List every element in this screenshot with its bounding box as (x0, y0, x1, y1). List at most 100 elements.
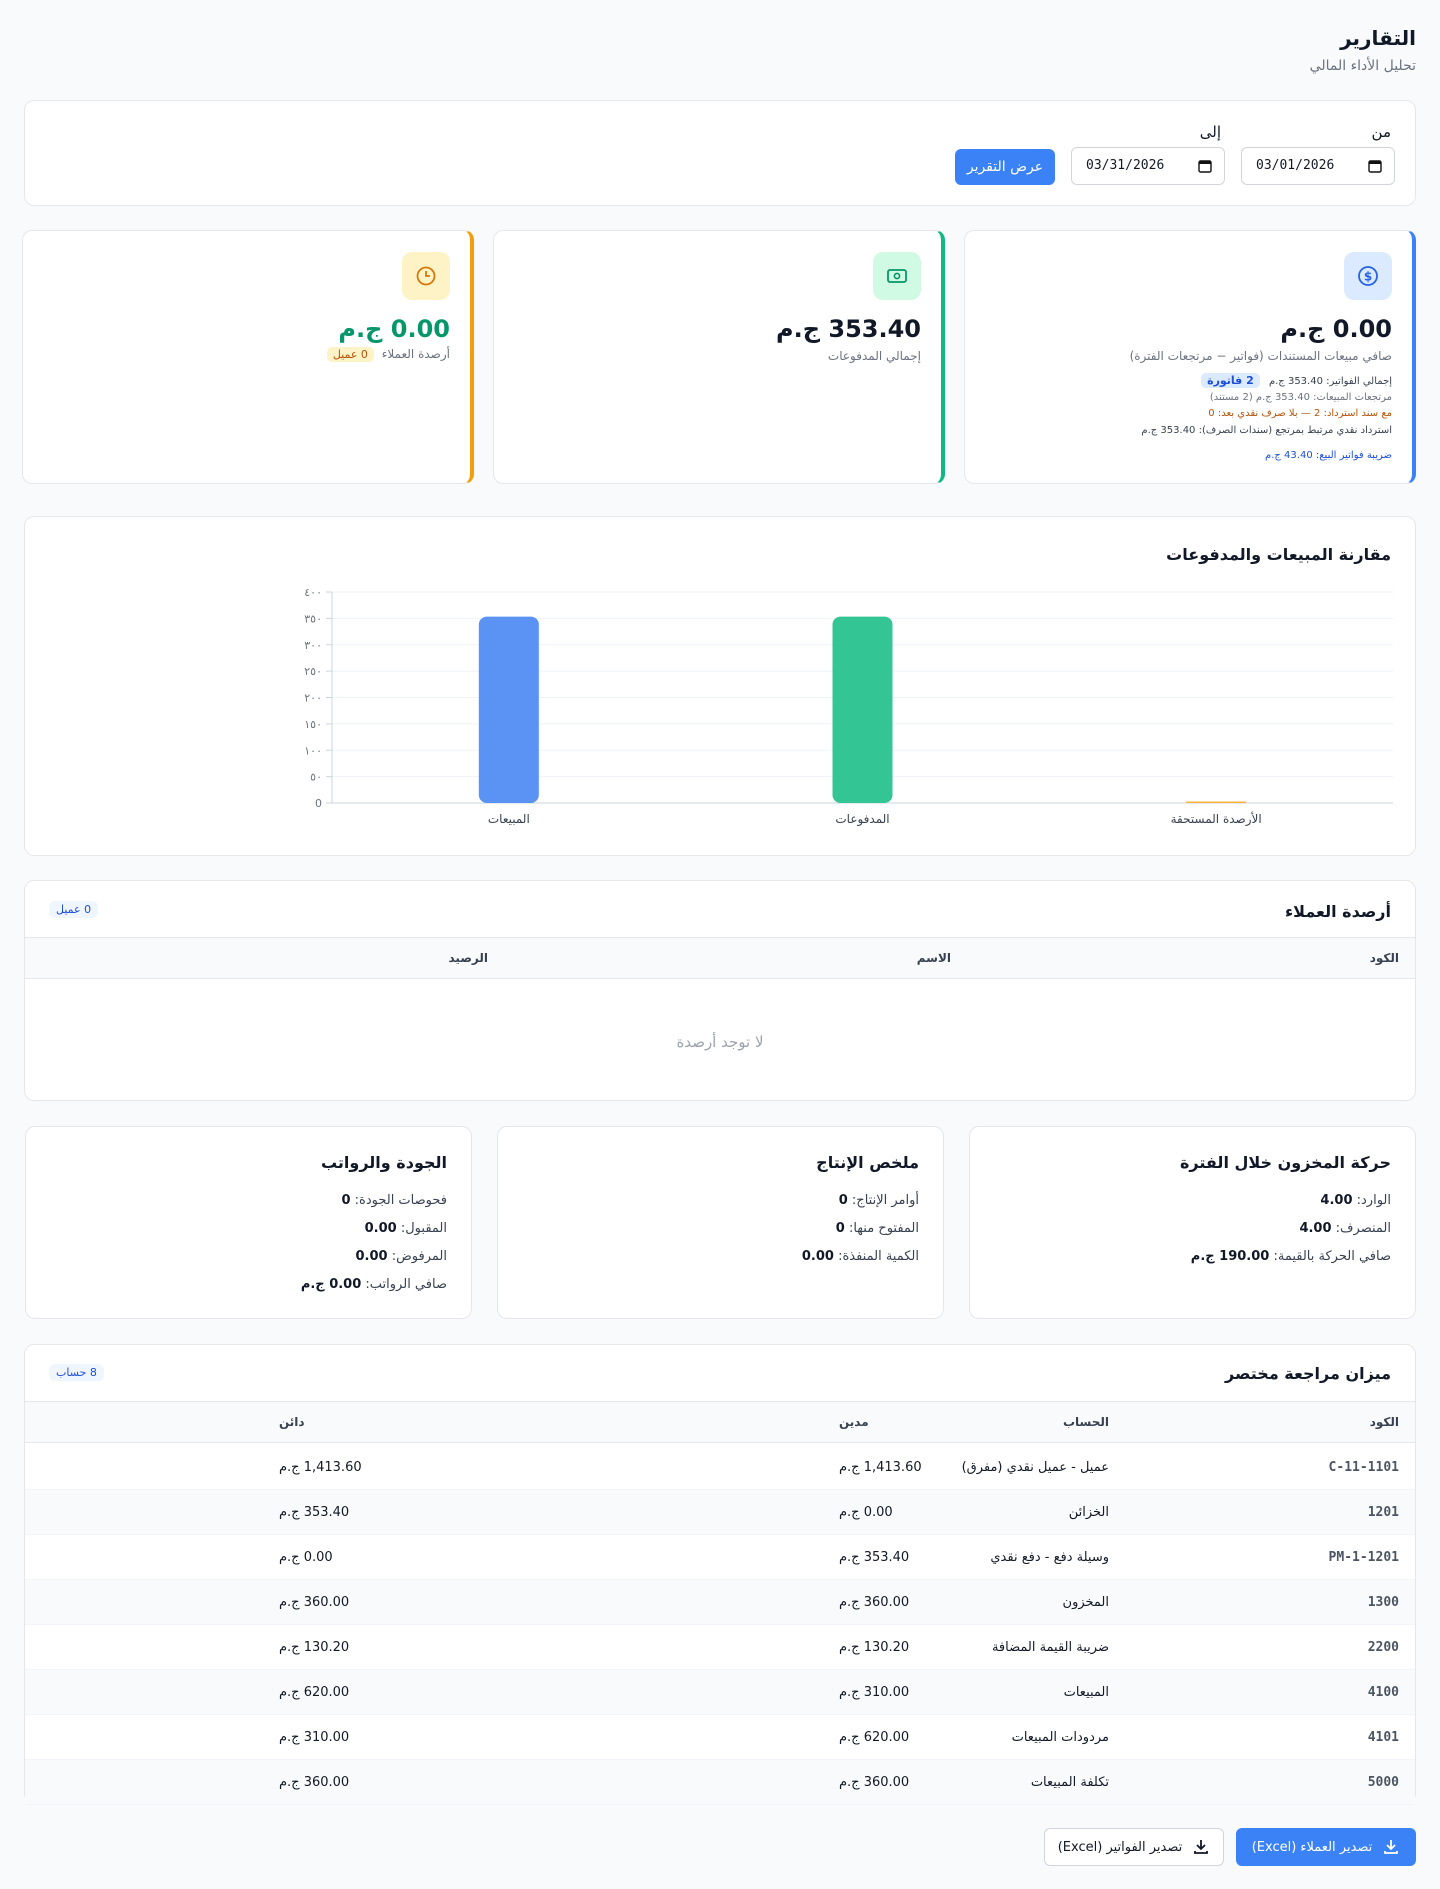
cell-debit: 353.40 ج.م (839, 1550, 910, 1565)
banknote-icon (873, 252, 921, 300)
production-orders-label: أوامر الإنتاج: (851, 1193, 919, 1208)
inventory-card: حركة المخزون خلال الفترة الوارد: 4.00 ال… (969, 1126, 1416, 1319)
quality-rejected-value: 0.00 (355, 1249, 388, 1264)
page-header: التقارير تحليل الأداء المالي (1310, 26, 1416, 74)
quality-title: الجودة والرواتب (320, 1153, 447, 1172)
production-qty-label: الكمية المنفذة: (838, 1249, 919, 1264)
trial-balance-title: ميزان مراجعة مختصر (1225, 1364, 1391, 1383)
cell-debit: 360.00 ج.م (839, 1775, 910, 1790)
show-report-button[interactable]: عرض التقرير (955, 149, 1055, 185)
cell-debit: 130.20 ج.م (839, 1640, 910, 1655)
cell-code: 2200 (1367, 1640, 1399, 1655)
inventory-out-value: 4.00 (1299, 1221, 1332, 1236)
from-date-input[interactable]: 03/01/2026 (1241, 147, 1395, 185)
accounts-count-badge: 8 حساب (49, 1364, 104, 1381)
trial-balance-card: ميزان مراجعة مختصر 8 حساب الكود الحساب م… (24, 1344, 1416, 1805)
production-title: ملخص الإنتاج (816, 1153, 919, 1172)
cell-account: وسيلة دفع - دفع نقدي (990, 1550, 1109, 1565)
col-account: الحساب (1062, 1415, 1109, 1429)
production-open-row: المفتوح منها: 0 (836, 1221, 919, 1236)
invoices-total: إجمالي الفواتير: 353.40 ج.م (1268, 376, 1392, 387)
from-label: من (1371, 123, 1391, 141)
production-qty-row: الكمية المنفذة: 0.00 (802, 1249, 919, 1264)
production-orders-row: أوامر الإنتاج: 0 (839, 1193, 919, 1208)
customers-table-header: الكود الاسم الرصيد (25, 937, 1415, 979)
clock-icon (402, 252, 450, 300)
quality-payroll-card: الجودة والرواتب فحوصات الجودة: 0 المقبول… (25, 1126, 472, 1319)
production-open-value: 0 (835, 1221, 845, 1236)
inventory-net-row: صافي الحركة بالقيمة: 190.00 ج.م (1191, 1249, 1391, 1264)
y-tick-label: ٤٠٠ (304, 586, 322, 599)
payments-label: إجمالي المدفوعات (827, 349, 921, 363)
x-tick-label: المبيعات (488, 812, 530, 826)
x-tick-label: الأرصدة المستحقة (1171, 811, 1262, 827)
to-label: إلى (1199, 123, 1221, 141)
inventory-net-value: 190.00 ج.م (1190, 1249, 1270, 1264)
cell-debit: 310.00 ج.م (839, 1685, 910, 1700)
table-row: 4100 المبيعات 310.00 ج.م 620.00 ج.م (25, 1670, 1415, 1715)
export-customers-label: تصدير العملاء (Excel) (1251, 1839, 1373, 1855)
y-tick-label: ٣٠٠ (304, 639, 322, 652)
y-tick-label: ٥٠ (310, 771, 322, 784)
cell-debit: 360.00 ج.م (839, 1595, 910, 1610)
balances-count-badge: 0 عميل (326, 347, 374, 362)
inventory-in-label: الوارد: (1356, 1193, 1391, 1208)
payments-value: 353.40 ج.م (776, 315, 921, 343)
table-row: 1201 الخزائن 0.00 ج.م 353.40 ج.م (25, 1490, 1415, 1535)
col-code: الكود (1369, 1415, 1399, 1429)
customers-title: أرصدة العملاء (1285, 902, 1391, 921)
trial-balance-header: الكود الحساب مدين دائن (25, 1401, 1415, 1443)
y-tick-label: ١٥٠ (304, 718, 322, 731)
customers-count-badge: 0 عميل (49, 901, 99, 918)
returns-line: مرتجعات المبيعات: 353.40 ج.م (2 مستند) (1209, 392, 1392, 403)
cell-code: 4101 (1367, 1730, 1399, 1745)
calendar-icon[interactable] (1368, 159, 1382, 173)
export-customers-button[interactable]: تصدير العملاء (Excel) (1236, 1828, 1416, 1866)
bar (1186, 801, 1247, 803)
download-icon (1194, 1840, 1209, 1854)
table-row: 5000 تكلفة المبيعات 360.00 ج.م 360.00 ج.م (25, 1760, 1415, 1805)
quality-payroll-label: صافي الرواتب: (365, 1277, 447, 1292)
cell-debit: 1,413.60 ج.م (839, 1460, 922, 1475)
cell-code: 1201 (1367, 1505, 1399, 1520)
quality-rejected-row: المرفوض: 0.00 (355, 1249, 447, 1264)
cell-credit: 353.40 ج.م (279, 1505, 350, 1520)
calendar-icon[interactable] (1198, 159, 1212, 173)
bar (832, 616, 893, 803)
y-tick-label: ٢٠٠ (304, 692, 322, 705)
empty-state: لا توجد أرصدة (676, 1033, 764, 1051)
inventory-in-row: الوارد: 4.00 (1320, 1193, 1391, 1208)
table-row: 2200 ضريبة القيمة المضافة 130.20 ج.م 130.20… (25, 1625, 1415, 1670)
balances-value: 0.00 ج.م (338, 315, 450, 343)
col-code: الكود (1369, 951, 1399, 965)
production-orders-value: 0 (838, 1193, 848, 1208)
quality-rejected-label: المرفوض: (391, 1249, 447, 1264)
cash-refund-line: استرداد نقدي مرتبط بمرتجع (سندات الصرف):… (1141, 425, 1392, 436)
cell-code: 4100 (1367, 1685, 1399, 1700)
quality-payroll-value: 0.00 ج.م (300, 1277, 362, 1292)
table-row: C-11-1101 عميل - عميل نقدي (مفرق) 1,413.60… (25, 1445, 1415, 1490)
export-invoices-button[interactable]: تصدير الفواتير (Excel) (1044, 1828, 1224, 1866)
cell-account: تكلفة المبيعات (1030, 1775, 1109, 1790)
quality-payroll-row: صافي الرواتب: 0.00 ج.م (301, 1277, 447, 1292)
to-date-input[interactable]: 03/31/2026 (1071, 147, 1225, 185)
payments-card: 353.40 ج.م إجمالي المدفوعات (493, 230, 945, 484)
cell-credit: 1,413.60 ج.م (279, 1460, 362, 1475)
quality-accepted-label: المقبول: (400, 1221, 447, 1236)
page-subtitle: تحليل الأداء المالي (1309, 58, 1416, 74)
cell-credit: 130.20 ج.م (279, 1640, 350, 1655)
y-tick-label: ١٠٠ (304, 744, 322, 757)
table-row: 1300 المخزون 360.00 ج.م 360.00 ج.م (25, 1580, 1415, 1625)
cell-debit: 620.00 ج.م (839, 1730, 910, 1745)
production-qty-value: 0.00 (801, 1249, 834, 1264)
y-tick-label: 0 (315, 797, 322, 810)
production-card: ملخص الإنتاج أوامر الإنتاج: 0 المفتوح من… (497, 1126, 944, 1319)
balances-label: أرصدة العملاء (381, 347, 450, 361)
cell-code: C-11-1101 (1328, 1460, 1399, 1475)
download-icon (1384, 1840, 1399, 1854)
y-tick-label: ٣٥٠ (304, 612, 322, 625)
net-sales-label: صافي مبيعات المستندات (فواتير − مرتجعات … (1129, 349, 1392, 363)
col-name: الاسم (916, 951, 951, 965)
cell-credit: 310.00 ج.م (279, 1730, 350, 1745)
net-sales-value: 0.00 ج.م (1280, 315, 1392, 343)
